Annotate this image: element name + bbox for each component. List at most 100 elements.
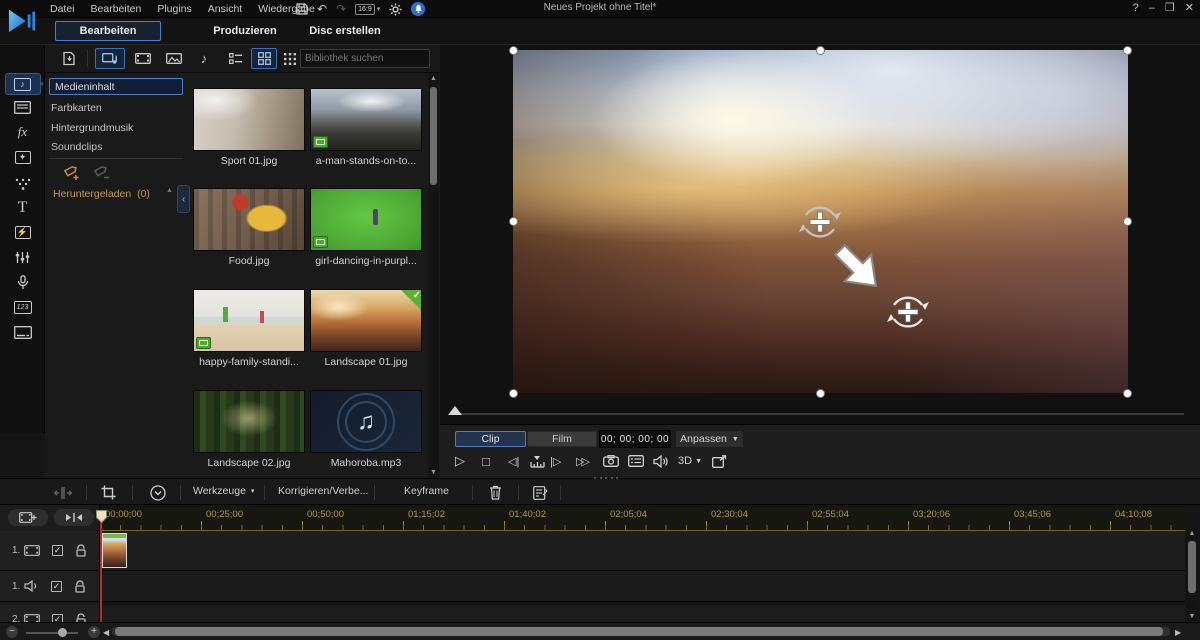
track-lock-icon[interactable] — [74, 580, 86, 593]
track-enable-checkbox[interactable]: ✓ — [52, 545, 63, 556]
rotate-control-highlighted-icon[interactable] — [885, 289, 931, 335]
filter-photo-icon[interactable] — [160, 48, 188, 69]
scrollbar-thumb[interactable] — [1188, 541, 1196, 593]
play-button[interactable]: ▷ — [455, 452, 465, 470]
detach-preview-button[interactable] — [712, 452, 727, 470]
3d-mode-button[interactable]: 3D ▼ — [678, 452, 702, 470]
category-hintergrundmusik[interactable]: Hintergrundmusik — [51, 122, 181, 134]
video-track-1-lane[interactable] — [100, 531, 1185, 571]
save-icon[interactable] — [296, 3, 308, 15]
subtitle-room-icon[interactable] — [0, 321, 45, 343]
menu-bearbeiten[interactable]: Bearbeiten — [91, 3, 142, 15]
downloaded-category[interactable]: Heruntergeladen (0) — [53, 188, 150, 200]
preview-seekbar[interactable] — [456, 413, 1184, 415]
timeline-ruler[interactable]: 00;00;00 00;25;00 00;50;00 01;15;02 01;4… — [100, 505, 1185, 531]
title-room-icon[interactable]: T — [0, 197, 45, 219]
handle-mid-right[interactable] — [1124, 218, 1131, 225]
voiceover-room-icon[interactable] — [0, 271, 45, 293]
track-enable-checkbox[interactable]: ✓ — [51, 581, 62, 592]
volume-button[interactable] — [653, 452, 669, 470]
handle-bottom-center[interactable] — [817, 390, 824, 397]
zoom-slider-track[interactable] — [26, 632, 78, 634]
media-item-mahoroba[interactable]: ♫ — [310, 390, 422, 453]
media-item-landscape01[interactable]: ✓ — [310, 289, 422, 352]
category-scroll-up-icon[interactable]: ▲ — [166, 187, 173, 194]
scroll-down-icon[interactable]: ▼ — [1186, 613, 1198, 620]
scroll-down-icon[interactable]: ▼ — [428, 469, 439, 476]
import-media-icon[interactable] — [57, 48, 81, 69]
zoom-slider-thumb[interactable] — [58, 628, 67, 637]
handle-bottom-left[interactable] — [510, 390, 517, 397]
scrollbar-thumb[interactable] — [430, 87, 437, 185]
menu-plugins[interactable]: Plugins — [157, 3, 191, 15]
add-tag-icon[interactable] — [63, 165, 82, 182]
handle-mid-left[interactable] — [510, 218, 517, 225]
category-medieninhalt[interactable]: Medieninhalt — [49, 78, 183, 95]
restore-button[interactable]: ❐ — [1165, 1, 1175, 14]
filter-music-icon[interactable]: ♪ — [191, 48, 217, 69]
media-item-sport[interactable] — [193, 88, 305, 151]
aspect-ratio-badge[interactable]: 16:9 — [355, 4, 375, 15]
fast-forward-button[interactable]: ▷▷ — [576, 452, 587, 470]
snap-toggle-button[interactable] — [54, 509, 94, 526]
zoom-in-button[interactable]: + — [88, 626, 100, 638]
media-item-happy-family[interactable] — [193, 289, 305, 352]
timecode-display[interactable]: 00; 00; 00; 00 — [599, 430, 671, 448]
step-seek-button[interactable] — [530, 452, 545, 470]
produce-range-icon[interactable] — [533, 484, 548, 501]
aspect-chevron-icon[interactable]: ▾ — [377, 5, 381, 13]
hscroll-left-icon[interactable]: ◀ — [103, 628, 109, 637]
audio-mixing-room-icon[interactable] — [0, 246, 45, 268]
werkzeuge-dropdown[interactable]: Werkzeuge ▾ — [193, 485, 254, 497]
keyframe-button[interactable]: Keyframe — [404, 485, 449, 497]
film-mode-button[interactable]: Film — [527, 431, 597, 447]
media-info-button[interactable] — [628, 452, 644, 470]
track-lock-icon[interactable] — [75, 544, 87, 557]
zoom-out-button[interactable]: − — [6, 626, 18, 638]
undo-icon[interactable]: ↶ — [317, 3, 327, 15]
media-item-food[interactable] — [193, 188, 305, 251]
stop-button[interactable]: □ — [482, 452, 490, 470]
timeline-horizontal-scrollbar[interactable] — [112, 627, 1170, 636]
duration-icon[interactable] — [150, 484, 166, 501]
handle-top-right[interactable] — [1124, 47, 1131, 54]
category-soundclips[interactable]: Soundclips — [51, 141, 181, 153]
particle-room-icon[interactable] — [0, 173, 45, 195]
filter-all-media-icon[interactable] — [95, 48, 125, 69]
storyboard-room-icon[interactable] — [0, 96, 45, 118]
fit-dropdown[interactable]: Anpassen ▼ — [675, 430, 744, 448]
menu-datei[interactable]: Datei — [50, 3, 75, 15]
transition-room-icon[interactable]: ⚡ — [0, 221, 45, 243]
scroll-up-icon[interactable]: ▲ — [428, 75, 439, 82]
tab-produzieren[interactable]: Produzieren — [200, 21, 290, 41]
media-room-icon[interactable]: ♪ — [0, 73, 45, 95]
timeline-vertical-scrollbar[interactable]: ▲ ▼ — [1186, 529, 1198, 621]
media-item-man-stands[interactable] — [310, 88, 422, 151]
library-search-input[interactable] — [301, 53, 441, 64]
grid-view-icon[interactable] — [251, 48, 277, 69]
category-farbkarten[interactable]: Farbkarten — [51, 102, 181, 114]
handle-bottom-right[interactable] — [1124, 390, 1131, 397]
tab-bearbeiten[interactable]: Bearbeiten — [55, 21, 161, 41]
scroll-up-icon[interactable]: ▲ — [1186, 530, 1198, 537]
library-scrollbar[interactable]: ▲ ▼ — [428, 73, 439, 478]
media-item-landscape02[interactable] — [193, 390, 305, 453]
timeline-clip-landscape01[interactable] — [102, 533, 127, 568]
clip-mode-button[interactable]: Clip — [455, 431, 526, 447]
tag-grid-icon[interactable] — [281, 48, 299, 69]
handle-top-left[interactable] — [510, 47, 517, 54]
help-button[interactable]: ? — [1133, 2, 1139, 14]
toolbar-grip-dots[interactable] — [594, 477, 618, 479]
tab-disc-erstellen[interactable]: Disc erstellen — [300, 21, 390, 41]
filter-video-icon[interactable] — [129, 48, 157, 69]
handle-top-center[interactable] — [817, 47, 824, 54]
effects-room-icon[interactable]: fx — [0, 121, 45, 143]
hscroll-right-icon[interactable]: ▶ — [1175, 628, 1181, 637]
audio-track-1-lane[interactable] — [100, 571, 1185, 602]
playhead-line[interactable] — [100, 512, 102, 622]
chapter-room-icon[interactable]: 123 — [0, 296, 45, 318]
collapse-categories-button[interactable]: ‹ — [177, 185, 190, 213]
crop-icon[interactable] — [101, 484, 116, 501]
scrollbar-thumb[interactable] — [115, 627, 1163, 636]
menu-ansicht[interactable]: Ansicht — [208, 3, 242, 15]
